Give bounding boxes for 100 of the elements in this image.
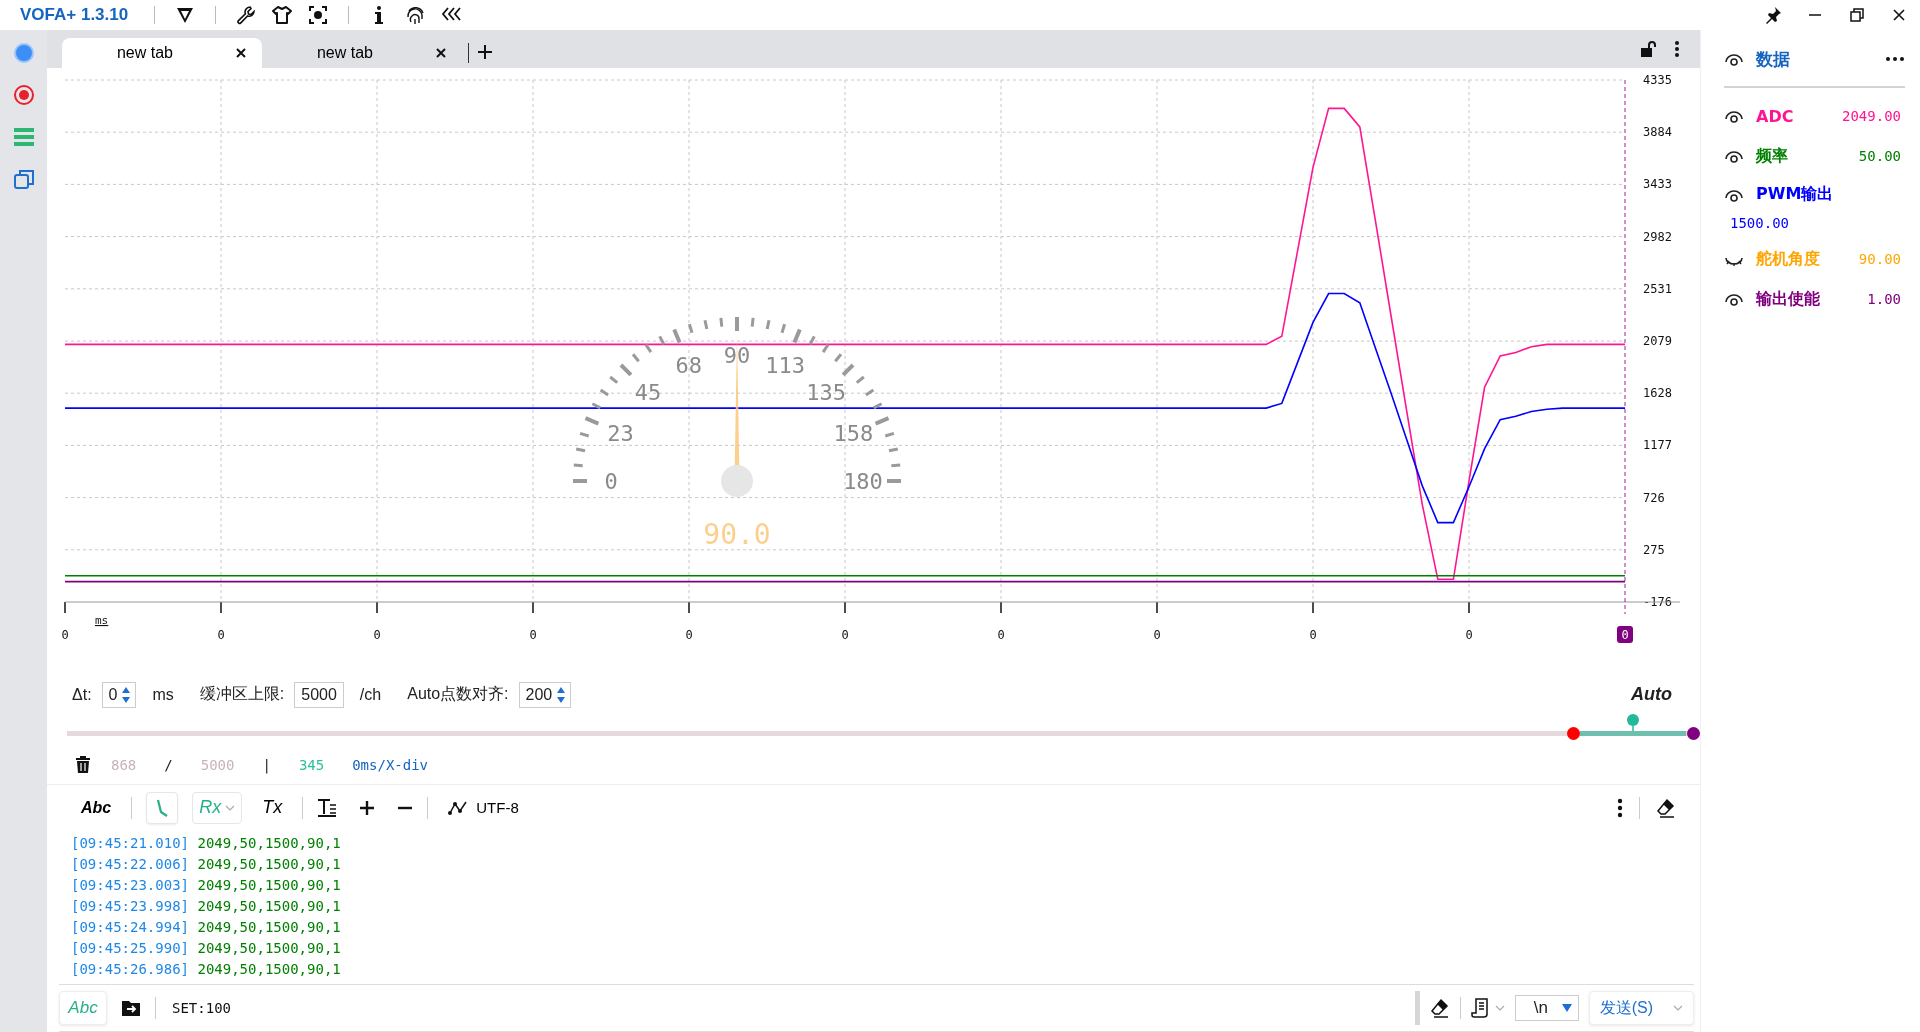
windows-icon[interactable] [12, 168, 35, 190]
channel-value: 50.00 [1858, 148, 1902, 164]
axis-unit: ms [95, 613, 109, 627]
sample-count: 868 [111, 756, 137, 773]
field-label: Δt: [72, 685, 92, 704]
tx-button[interactable]: Tx [256, 796, 289, 820]
log-timestamp: [09:45:25.990] [71, 939, 189, 956]
channel-value: 1.00 [1867, 291, 1902, 307]
screenshot-icon[interactable] [308, 5, 329, 25]
text-mode-button[interactable]: Abc [75, 798, 118, 817]
log-data: 2049,50,1500,90,1 [197, 939, 341, 956]
gauge-label: 68 [675, 352, 703, 378]
close-icon[interactable] [235, 46, 247, 59]
channel-name[interactable]: PWM输出 [1756, 184, 1834, 205]
trash-icon[interactable] [75, 756, 91, 774]
caret-down-icon[interactable] [1561, 1004, 1572, 1013]
tab[interactable]: new tab [262, 37, 462, 68]
x-tick-label: 0 [1621, 627, 1629, 642]
plus-icon[interactable] [477, 43, 493, 60]
number-field[interactable]: 5000 [294, 681, 344, 708]
more-icon[interactable] [1885, 56, 1905, 62]
axis-label: 0 [373, 627, 381, 642]
axis-label: 2531 [1643, 281, 1672, 296]
axis-label: 275 [1643, 542, 1665, 557]
axis-label: 3884 [1643, 125, 1672, 140]
axis-label: 0 [1465, 627, 1473, 642]
document-icon[interactable] [1470, 998, 1489, 1019]
log-data: 2049,50,1500,90,1 [197, 855, 341, 872]
log-timestamp: [09:45:23.003] [71, 876, 189, 893]
shirt-icon[interactable] [272, 5, 293, 25]
axis-label: 726 [1643, 490, 1665, 505]
field-label: Auto点数对齐: [407, 684, 509, 705]
send-button[interactable]: 发送(S) [1588, 991, 1694, 1026]
gauge-label: 0 [604, 468, 618, 494]
unit-label: ms [152, 685, 174, 704]
panel-title: 数据 [1756, 47, 1790, 71]
log-timestamp: [09:45:22.006] [71, 855, 189, 872]
log-timestamp: [09:45:24.994] [71, 918, 189, 935]
wrench-icon[interactable] [236, 5, 257, 25]
channel-value: 1500.00 [1729, 215, 1790, 231]
number-spinner[interactable]: 200 [518, 681, 572, 708]
gauge-label: 158 [833, 420, 874, 446]
log-timestamp: [09:45:26.986] [71, 960, 189, 977]
channel-name[interactable]: 频率 [1756, 145, 1788, 167]
send-input[interactable]: SET:100 [170, 999, 1174, 1018]
field-label: 缓冲区上限: [199, 684, 285, 705]
log-data: 2049,50,1500,90,1 [197, 876, 341, 893]
eraser-icon[interactable] [1656, 797, 1676, 818]
gauge-label: 45 [634, 379, 662, 405]
axis-label: 1628 [1643, 386, 1672, 401]
fingerprint-icon[interactable] [405, 5, 426, 25]
slider-midpoint-icon[interactable] [1626, 713, 1639, 731]
axis-label: 2079 [1643, 334, 1672, 348]
pin-icon[interactable] [1764, 6, 1782, 24]
gauge-hub [721, 464, 753, 497]
format-icon[interactable] [317, 797, 338, 818]
spin-arrows-icon[interactable] [556, 685, 567, 704]
gauge-label: 23 [607, 420, 634, 446]
axis-label: 0 [841, 627, 849, 642]
axis-label: -176 [1643, 594, 1672, 609]
connection-dot-icon[interactable] [12, 42, 35, 64]
spin-arrows-icon[interactable] [121, 685, 132, 704]
log-data: 2049,50,1500,90,1 [197, 897, 341, 914]
gauge-label: 135 [806, 379, 846, 405]
restore-icon[interactable] [1848, 6, 1866, 24]
log-timestamp: [09:45:21.010] [71, 834, 189, 851]
log-data: 2049,50,1500,90,1 [197, 960, 341, 977]
axis-label: 0 [1309, 627, 1317, 642]
eraser-icon[interactable] [1429, 998, 1450, 1019]
more-icon[interactable] [1617, 797, 1623, 818]
more-icon[interactable] [1674, 39, 1680, 58]
tab[interactable]: new tab [62, 37, 262, 68]
v-logo-icon[interactable] [175, 5, 196, 25]
log-timestamp: [09:45:23.998] [71, 897, 189, 914]
encoding-button[interactable]: UTF-8 [442, 798, 525, 818]
mode-label: Auto [1631, 684, 1672, 706]
channel-name[interactable]: 输出使能 [1756, 288, 1820, 310]
record-icon[interactable] [12, 84, 35, 106]
axis-label: 0 [685, 627, 693, 642]
line-ending-dropdown[interactable]: \n [1514, 995, 1579, 1022]
graph-icon[interactable] [448, 799, 469, 817]
number-spinner[interactable]: 0 [101, 681, 137, 708]
gauge-label: 180 [843, 468, 883, 494]
send-file-icon[interactable] [121, 998, 141, 1019]
slider-handle[interactable] [1687, 726, 1700, 740]
timestamp-button[interactable] [146, 791, 179, 824]
slider-handle[interactable] [1566, 726, 1580, 740]
axis-label: 0 [1153, 627, 1161, 642]
unlock-icon[interactable] [1640, 39, 1656, 58]
gauge-reading: 90.0 [703, 517, 771, 551]
plus-icon[interactable] [359, 799, 376, 816]
visible-count: 345 [298, 756, 325, 773]
separator-text: / [164, 756, 173, 773]
unit-label: /ch [359, 685, 382, 704]
axis-label: 1177 [1643, 438, 1672, 453]
close-icon[interactable] [435, 46, 447, 59]
axis-label: 0 [529, 627, 537, 642]
axis-label: 3433 [1643, 177, 1672, 192]
log-data: 2049,50,1500,90,1 [197, 834, 341, 851]
channel-name[interactable]: ADC [1756, 106, 1794, 126]
